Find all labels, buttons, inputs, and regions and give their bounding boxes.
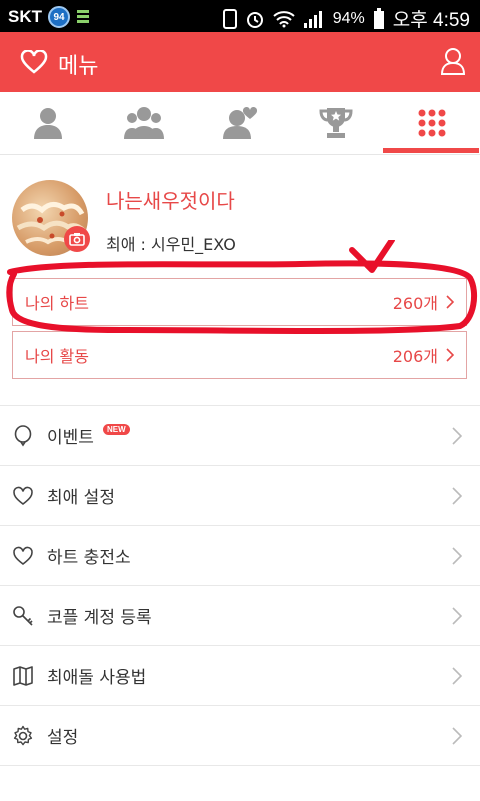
clock: 오후 4:59 <box>392 10 470 31</box>
menu-item-label: 이벤트 <box>47 428 94 448</box>
camera-icon <box>69 233 85 246</box>
signal-icon <box>303 10 322 28</box>
map-icon <box>13 666 33 686</box>
profile-section: 나는새우젓이다 최애 : 시우민_EXO 나의 하트 260개 나의 활동 20… <box>0 155 480 405</box>
menu-list: 이벤트 NEW 최애 설정 하트 충전소 코플 계정 등록 최애돌 사용법 설정 <box>0 405 480 766</box>
menu-item-guide[interactable]: 최애돌 사용법 <box>0 645 480 705</box>
active-tab-indicator <box>383 148 479 153</box>
status-bar: SKT 94 94% 오후 4:59 <box>0 0 480 32</box>
menu-item-label: 코플 계정 등록 <box>47 608 152 628</box>
tab-favorite-user[interactable] <box>192 92 288 154</box>
single-user-icon <box>34 108 62 139</box>
heart-logo-icon[interactable] <box>20 50 48 74</box>
page-title: 메뉴 <box>58 54 99 79</box>
tab-group[interactable] <box>96 92 192 154</box>
my-hearts-value: 260개 <box>392 294 438 313</box>
my-hearts-row[interactable]: 나의 하트 260개 <box>12 278 467 326</box>
tab-bar <box>0 92 480 155</box>
chevron-right-icon <box>452 667 462 685</box>
gear-icon <box>13 725 33 746</box>
menu-item-event[interactable]: 이벤트 NEW <box>0 405 480 465</box>
chevron-right-icon <box>452 487 462 505</box>
my-activity-row[interactable]: 나의 활동 206개 <box>12 331 467 379</box>
new-badge: NEW <box>103 424 130 435</box>
key-icon <box>13 606 33 626</box>
tab-single-user[interactable] <box>0 92 96 154</box>
heart-icon <box>13 546 33 566</box>
grid-icon <box>418 109 446 137</box>
favorite-idol: 최애 : 시우민_EXO <box>106 235 236 254</box>
menu-item-label: 하트 충전소 <box>47 548 131 568</box>
my-activity-label: 나의 활동 <box>25 347 89 366</box>
group-icon <box>124 107 164 139</box>
menu-item-label: 설정 <box>47 728 79 748</box>
tab-trophy[interactable] <box>288 92 384 154</box>
menu-item-settings[interactable]: 설정 <box>0 705 480 766</box>
balloon-icon <box>14 425 32 447</box>
heart-icon <box>13 486 33 506</box>
menu-item-heart-charge[interactable]: 하트 충전소 <box>0 525 480 585</box>
notification-badge: 94 <box>48 6 70 28</box>
tab-grid[interactable] <box>384 92 480 154</box>
chevron-right-icon <box>452 727 462 745</box>
battery-percent: 94% <box>332 9 365 27</box>
user-icon[interactable] <box>440 47 466 75</box>
wifi-icon <box>273 10 295 27</box>
favorite-user-icon <box>223 106 258 139</box>
chevron-right-icon <box>446 295 454 309</box>
menu-item-favorite-setting[interactable]: 최애 설정 <box>0 465 480 525</box>
alarm-icon <box>246 11 263 28</box>
trophy-icon <box>319 108 353 138</box>
app-header: 메뉴 <box>0 32 480 92</box>
stack-icon <box>77 10 89 23</box>
nickname: 나는새우젓이다 <box>106 189 235 213</box>
change-photo-button[interactable] <box>64 226 90 252</box>
chevron-right-icon <box>452 607 462 625</box>
carrier-label: SKT <box>8 7 42 26</box>
menu-item-account-register[interactable]: 코플 계정 등록 <box>0 585 480 645</box>
my-activity-value: 206개 <box>392 347 438 366</box>
menu-item-label: 최애돌 사용법 <box>47 668 147 688</box>
my-hearts-label: 나의 하트 <box>25 294 89 313</box>
chevron-right-icon <box>452 547 462 565</box>
chevron-right-icon <box>452 427 462 445</box>
phone-icon <box>222 8 237 29</box>
chevron-right-icon <box>446 348 454 362</box>
battery-icon <box>373 7 384 29</box>
menu-item-label: 최애 설정 <box>47 488 115 508</box>
